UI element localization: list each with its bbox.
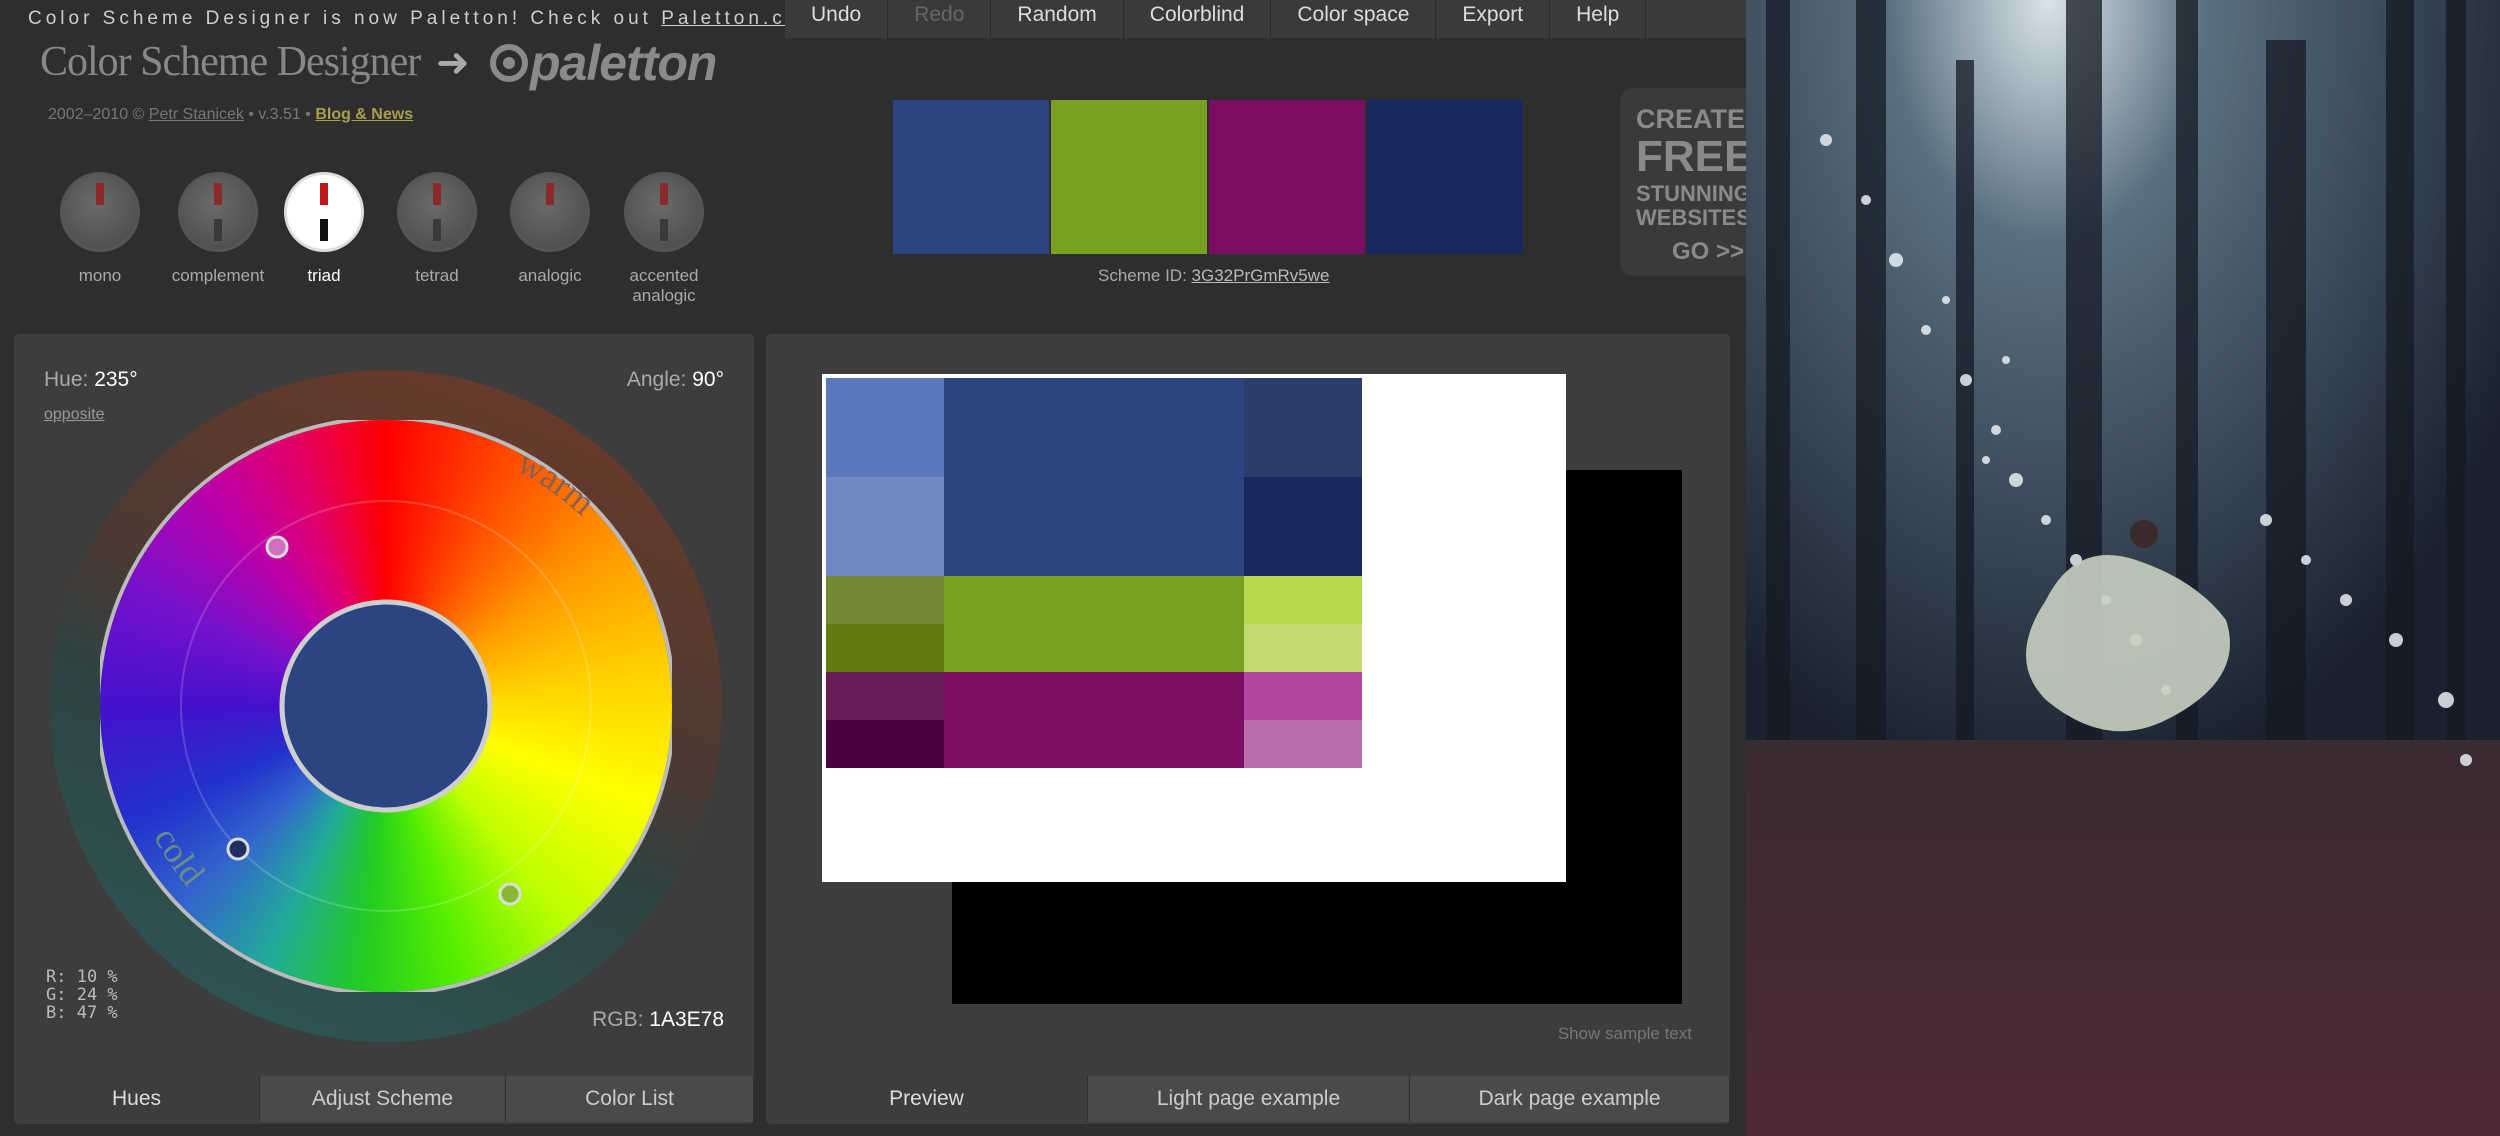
menu-redo[interactable]: Redo	[888, 0, 992, 38]
scheme-type-tetrad[interactable]: tetrad	[377, 168, 497, 286]
scheme-type-label: triad	[307, 266, 341, 285]
scheme-id-link[interactable]: 3G32PrGmRv5we	[1192, 266, 1330, 285]
preview-panel: Show sample text Preview Light page exam…	[766, 334, 1730, 1124]
color-wheel[interactable]: warm cold	[50, 370, 722, 1042]
hue-readout: Hue: 235°	[44, 368, 138, 391]
paletton-logo[interactable]: paletton	[530, 34, 717, 92]
copyright-line: 2002–2010 © Petr Stanicek • v.3.51 • Blo…	[48, 106, 413, 124]
tertiary-right-shade-2[interactable]	[1244, 720, 1362, 768]
hue-value: 235°	[94, 368, 138, 391]
scheme-type-accented-analogic[interactable]: accented analogic	[604, 168, 724, 306]
knob-icon	[284, 172, 364, 252]
scheme-id-label: Scheme ID:	[1098, 266, 1192, 285]
opposite-link[interactable]: opposite	[44, 406, 105, 424]
scheme-type-analogic[interactable]: analogic	[490, 168, 610, 286]
swatch-tertiary[interactable]	[1209, 100, 1365, 254]
tertiary-left-shade-2[interactable]	[826, 720, 944, 768]
secondary-right-shade-1[interactable]	[1244, 576, 1362, 624]
paletton-banner: Color Scheme Designer is now Paletton! C…	[28, 8, 820, 30]
top-menu: Undo Redo Random Colorblind Color space …	[785, 0, 1746, 38]
tab-dark-page-example[interactable]: Dark page example	[1410, 1076, 1730, 1122]
scheme-type-label: accented analogic	[629, 266, 699, 305]
ad-line-free: FREE	[1636, 132, 1746, 181]
arrow-right-icon: ➜	[436, 41, 470, 85]
scheme-preview	[822, 374, 1682, 1004]
banner-text: Color Scheme Designer is now Paletton! C…	[28, 8, 662, 29]
primary-left-shade-1[interactable]	[826, 378, 944, 477]
hue-marker-primary[interactable]	[226, 837, 250, 861]
secondary-right-shade-2[interactable]	[1244, 624, 1362, 672]
scheme-type-label: tetrad	[415, 266, 459, 285]
menu-random[interactable]: Random	[991, 0, 1124, 38]
tab-light-page-example[interactable]: Light page example	[1088, 1076, 1410, 1122]
menu-undo[interactable]: Undo	[785, 0, 889, 38]
r-percent: R: 10 %	[46, 967, 118, 987]
ad-line-create: CREATE	[1636, 104, 1746, 134]
hue-marker-tertiary[interactable]	[265, 535, 289, 559]
rgb-readout: RGB: 1A3E78	[592, 1008, 724, 1031]
knob-icon	[60, 172, 140, 252]
secondary-left-shade-1[interactable]	[826, 576, 944, 624]
tab-adjust-scheme[interactable]: Adjust Scheme	[260, 1076, 506, 1122]
ad-go-button[interactable]: GO >>	[1672, 238, 1744, 266]
right-tabs: Preview Light page example Dark page exa…	[766, 1076, 1730, 1122]
hues-panel: warm cold Hue: 235° opposite Angle: 90° …	[14, 334, 754, 1124]
ad-banner[interactable]: CREATE FREE STUNNING WEBSITES GO >>	[1620, 88, 1746, 276]
menu-help[interactable]: Help	[1550, 0, 1647, 38]
knob-icon	[178, 172, 258, 252]
knob-icon	[510, 172, 590, 252]
photo-illustration	[1746, 0, 2500, 1136]
version-text: • v.3.51 •	[243, 106, 316, 123]
tab-color-list[interactable]: Color List	[506, 1076, 754, 1122]
hue-marker-secondary[interactable]	[498, 882, 522, 906]
menu-color-space[interactable]: Color space	[1271, 0, 1437, 38]
primary-right-shade-2[interactable]	[1244, 477, 1362, 576]
tab-preview[interactable]: Preview	[766, 1076, 1088, 1122]
ad-line-stunning: STUNNING WEBSITES	[1636, 181, 1746, 230]
author-link[interactable]: Petr Stanicek	[149, 106, 244, 123]
paletton-logo-icon[interactable]	[490, 44, 528, 82]
swatch-secondary[interactable]	[1051, 100, 1207, 254]
scheme-type-label: mono	[78, 266, 122, 285]
primary-left-shade-2[interactable]	[826, 477, 944, 576]
scheme-type-mono[interactable]: mono	[40, 168, 160, 286]
copyright-prefix: 2002–2010 ©	[48, 106, 149, 123]
scheme-type-complement[interactable]: complement	[158, 168, 278, 286]
b-percent: B: 47 %	[46, 1003, 118, 1023]
scheme-type-label: analogic	[518, 266, 582, 285]
forest-dancer-photo	[1746, 0, 2500, 1136]
primary-main-color[interactable]	[944, 378, 1244, 576]
csd-logo: Color Scheme Designer	[40, 39, 421, 85]
tertiary-main-color[interactable]	[944, 672, 1244, 768]
center-color	[279, 599, 493, 813]
scheme-id: Scheme ID: 3G32PrGmRv5we	[1098, 266, 1329, 286]
secondary-left-shade-2[interactable]	[826, 624, 944, 672]
scheme-swatches	[893, 100, 1525, 254]
left-tabs: Hues Adjust Scheme Color List	[14, 1076, 754, 1122]
menu-colorblind[interactable]: Colorblind	[1124, 0, 1272, 38]
swatch-primary[interactable]	[893, 100, 1049, 254]
tertiary-right-shade-1[interactable]	[1244, 672, 1362, 720]
swatch-complement[interactable]	[1367, 100, 1523, 254]
rgb-percentages: R: 10 % G: 24 % B: 47 %	[46, 968, 118, 1022]
tab-hues[interactable]: Hues	[14, 1076, 260, 1122]
color-scheme-designer-app: Color Scheme Designer is now Paletton! C…	[0, 0, 1746, 1136]
secondary-main-color[interactable]	[944, 576, 1244, 672]
knob-icon	[397, 172, 477, 252]
primary-right-shade-1[interactable]	[1244, 378, 1362, 477]
scheme-type-triad[interactable]: triad	[264, 168, 384, 286]
scheme-type-label: complement	[171, 266, 265, 285]
menu-export[interactable]: Export	[1436, 0, 1551, 38]
angle-value: 90°	[692, 368, 724, 391]
tertiary-left-shade-1[interactable]	[826, 672, 944, 720]
g-percent: G: 24 %	[46, 985, 118, 1005]
blog-news-link[interactable]: Blog & News	[315, 106, 413, 123]
angle-readout: Angle: 90°	[626, 368, 724, 391]
rgb-value: 1A3E78	[649, 1008, 724, 1031]
knob-icon	[624, 172, 704, 252]
show-sample-text-link[interactable]: Show sample text	[1558, 1024, 1692, 1044]
